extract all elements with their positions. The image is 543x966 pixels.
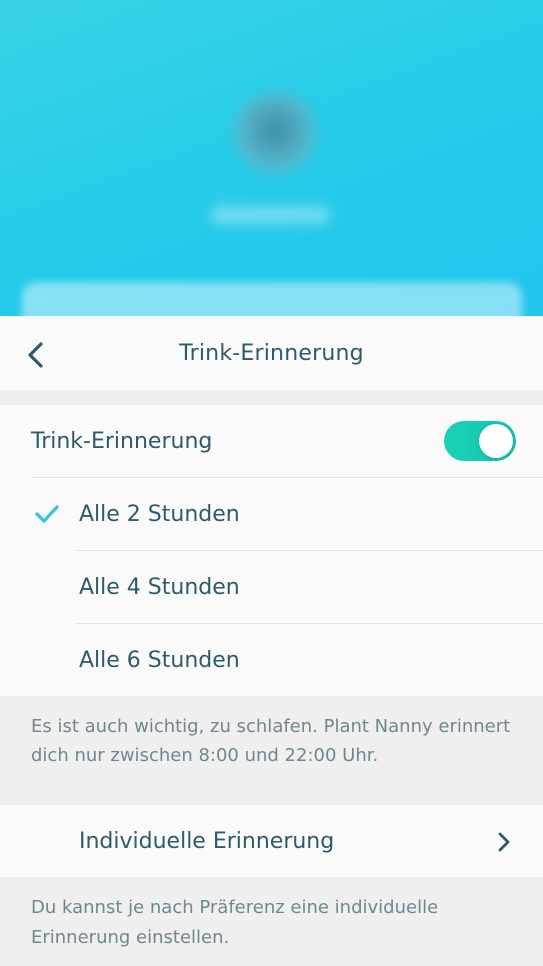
chevron-left-icon: [28, 342, 43, 368]
sleep-note: Es ist auch wichtig, zu schlafen. Plant …: [31, 716, 511, 766]
blurred-avatar: [232, 92, 318, 178]
reminder-settings-group: Trink-Erinnerung Alle 2 Stunden Alle 4 S…: [0, 405, 543, 696]
toggle-knob: [479, 424, 513, 458]
back-button[interactable]: [18, 338, 52, 372]
option-every-6-hours[interactable]: Alle 6 Stunden: [0, 624, 543, 696]
blurred-name: [210, 206, 330, 224]
reminder-toggle-label: Trink-Erinnerung: [31, 428, 213, 454]
chevron-right-icon: [498, 832, 510, 852]
reminder-toggle-row: Trink-Erinnerung: [0, 405, 543, 477]
custom-reminder-row[interactable]: Individuelle Erinnerung: [0, 805, 543, 877]
option-label: Alle 4 Stunden: [79, 574, 240, 600]
option-label: Alle 2 Stunden: [79, 501, 240, 527]
custom-reminder-note: Du kannst je nach Präferenz eine individ…: [31, 897, 439, 948]
option-label: Alle 6 Stunden: [79, 647, 240, 673]
option-every-2-hours[interactable]: Alle 2 Stunden: [0, 478, 543, 550]
top-bar: Trink-Erinnerung: [0, 316, 543, 390]
option-every-4-hours[interactable]: Alle 4 Stunden: [0, 551, 543, 623]
reminder-toggle[interactable]: [444, 421, 516, 461]
blurred-background: [0, 0, 543, 316]
checkmark-icon: [35, 505, 59, 523]
page-title: Trink-Erinnerung: [179, 340, 364, 366]
blurred-card: [22, 282, 522, 316]
custom-reminder-label: Individuelle Erinnerung: [79, 828, 335, 854]
custom-reminder-group: Individuelle Erinnerung: [0, 805, 543, 877]
reminder-sheet: Trink-Erinnerung Trink-Erinnerung Alle 2…: [0, 316, 543, 966]
